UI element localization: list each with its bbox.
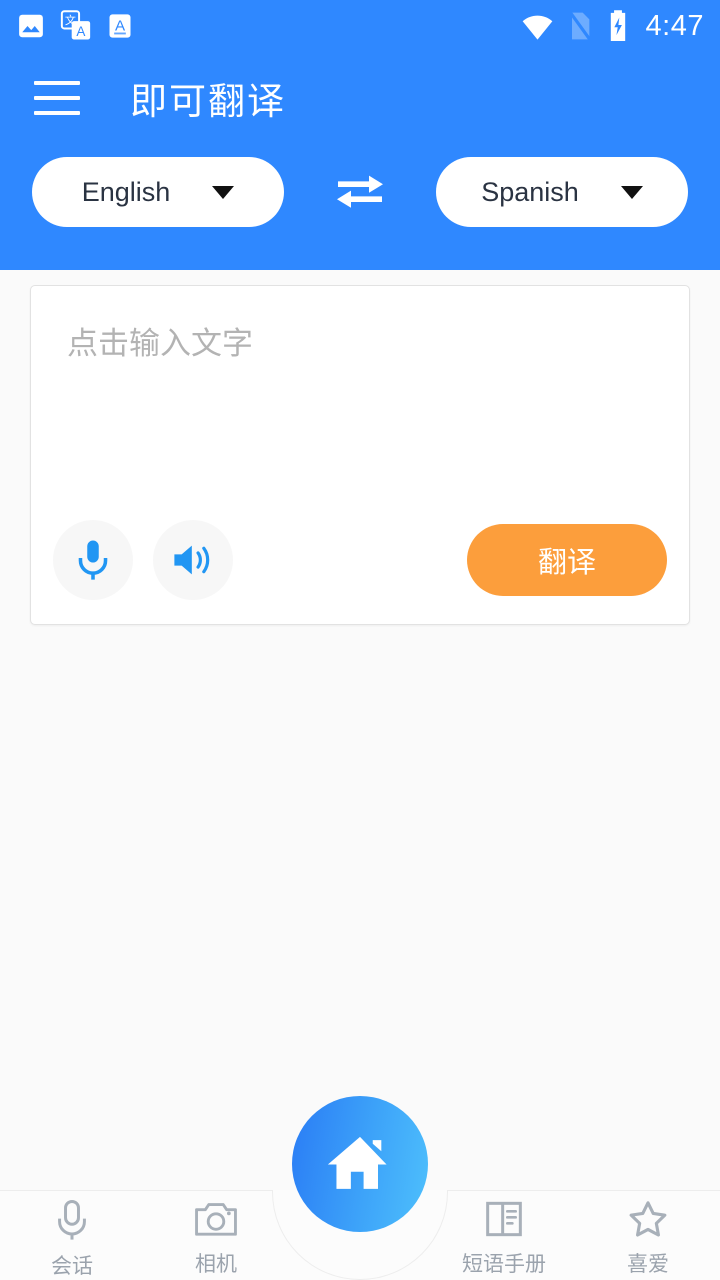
- star-outline-icon: [629, 1201, 667, 1237]
- speak-text-button[interactable]: [153, 520, 233, 600]
- app-root: 文 A A 4:47 即可翻译 English Spanish 点击输入文字 翻…: [0, 0, 720, 1280]
- home-button[interactable]: [292, 1096, 428, 1232]
- microphone-outline-icon: [58, 1199, 86, 1240]
- app-header: 即可翻译 English Spanish: [0, 52, 720, 270]
- translate-icon: 文 A: [60, 10, 91, 40]
- source-language-dropdown[interactable]: English: [32, 157, 284, 227]
- target-language-dropdown[interactable]: Spanish: [436, 157, 688, 227]
- book-outline-icon: [486, 1201, 522, 1237]
- app-bar: 即可翻译: [0, 52, 720, 144]
- nav-item-phrasebook[interactable]: 短语手册: [432, 1191, 576, 1278]
- nav-item-camera[interactable]: 相机: [144, 1191, 288, 1278]
- speaker-icon: [174, 545, 210, 575]
- nav-item-conversation[interactable]: 会话: [0, 1191, 144, 1280]
- voice-input-button[interactable]: [53, 520, 133, 600]
- home-icon: [327, 1136, 387, 1189]
- page-title: 即可翻译: [130, 81, 286, 122]
- status-notification-icons: 文 A A: [16, 10, 134, 42]
- translation-input-card[interactable]: 点击输入文字 翻译: [30, 285, 690, 625]
- caret-down-icon: [620, 185, 643, 199]
- text-format-icon: A: [109, 14, 131, 38]
- nav-label-camera: 相机: [195, 1253, 237, 1276]
- language-selector: English Spanish: [0, 144, 720, 240]
- nav-label-phrasebook: 短语手册: [462, 1253, 546, 1276]
- status-clock: 4:47: [645, 9, 704, 42]
- input-card-toolbar: 翻译: [31, 496, 689, 624]
- svg-text:A: A: [76, 24, 85, 39]
- text-input-placeholder[interactable]: 点击输入文字: [67, 318, 253, 363]
- source-language-label: English: [81, 176, 171, 207]
- hamburger-menu-icon[interactable]: [34, 81, 80, 115]
- target-language-label: Spanish: [481, 176, 579, 207]
- svg-text:A: A: [115, 18, 126, 35]
- wifi-icon: [522, 15, 552, 40]
- microphone-icon: [78, 540, 108, 580]
- swap-horizontal-icon: [337, 175, 383, 208]
- translate-button[interactable]: 翻译: [467, 524, 667, 596]
- sim-card-icon: [568, 11, 592, 42]
- camera-outline-icon: [195, 1203, 237, 1236]
- nav-item-favorites[interactable]: 喜爱: [576, 1191, 720, 1278]
- caret-down-icon: [212, 185, 235, 199]
- nav-label-conversation: 会话: [51, 1255, 93, 1278]
- swap-languages-button[interactable]: [284, 169, 436, 215]
- battery-charging-icon: [610, 10, 625, 42]
- image-icon: [19, 14, 43, 38]
- nav-label-favorites: 喜爱: [627, 1253, 669, 1276]
- status-system-icons: 4:47: [521, 9, 704, 43]
- status-bar: 文 A A 4:47: [0, 0, 720, 52]
